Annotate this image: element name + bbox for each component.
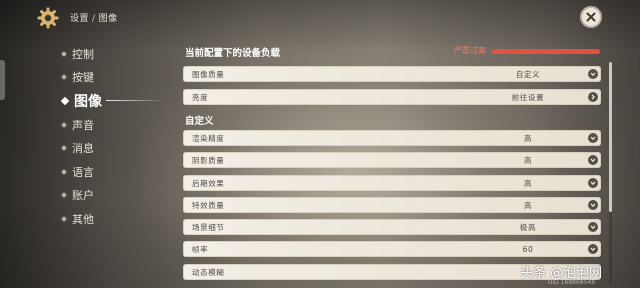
chevron-down-icon[interactable]: [588, 200, 598, 210]
setting-row-brightness[interactable]: 亮度 前往设置: [183, 89, 601, 105]
chevron-down-icon[interactable]: [588, 69, 598, 79]
device-load-status: 严重过高: [454, 46, 486, 55]
sidebar-item-label: 图像: [74, 93, 102, 110]
sidebar-item-label: 按键: [72, 71, 94, 85]
sidebar-item-label: 其他: [72, 212, 94, 226]
setting-value: 高: [523, 133, 533, 143]
setting-label: 渲染精度: [192, 133, 225, 143]
setting-label: 动态模糊: [192, 267, 225, 277]
chevron-down-icon[interactable]: [588, 222, 598, 232]
watermark: 头条 @泡泡网: [520, 266, 603, 281]
sidebar-item-label: 控制: [72, 47, 94, 61]
setting-row-graphics-quality[interactable]: 图像质量 自定义: [183, 66, 601, 82]
sidebar-item-label: 语言: [72, 165, 94, 179]
side-handle[interactable]: [0, 60, 5, 100]
sidebar-item-audio[interactable]: 声音: [61, 113, 172, 137]
setting-value: 前往设置: [511, 92, 545, 102]
sidebar-nav: 控制 按键 图像 声音 消息 语言 账户 其他: [60, 42, 172, 231]
setting-label: 阴影质量: [192, 155, 225, 165]
breadcrumb-root[interactable]: 设置: [70, 14, 89, 24]
setting-label: 亮度: [192, 92, 209, 102]
diamond-icon: [61, 121, 67, 128]
setting-label: 图像质量: [192, 69, 225, 79]
setting-row-effects-quality[interactable]: 特效质量 高: [183, 197, 601, 213]
chevron-down-icon[interactable]: [588, 133, 598, 143]
sidebar-item-controls[interactable]: 控制: [61, 42, 172, 66]
setting-row-shadow-quality[interactable]: 阴影质量 高: [183, 152, 601, 168]
chevron-down-icon[interactable]: [588, 244, 598, 254]
sidebar-item-language[interactable]: 语言: [61, 160, 172, 184]
close-icon: [586, 12, 596, 22]
active-indicator-line: [106, 100, 166, 102]
device-load-title: 当前配置下的设备负载: [185, 48, 281, 59]
scrollbar-thumb[interactable]: [609, 62, 612, 212]
sidebar-item-account[interactable]: 账户: [61, 184, 172, 208]
diamond-icon: [61, 145, 67, 152]
sidebar-item-messages[interactable]: 消息: [61, 136, 172, 160]
setting-row-frame-rate[interactable]: 帧率 60: [183, 241, 601, 257]
setting-value: 自定义: [515, 69, 541, 79]
setting-value: 高: [523, 200, 533, 210]
setting-row-render-resolution[interactable]: 渲染精度 高: [183, 130, 601, 146]
sidebar-item-label: 账户: [72, 189, 94, 203]
sidebar-item-keys[interactable]: 按键: [61, 66, 172, 90]
setting-label: 场景细节: [192, 222, 225, 232]
sidebar-item-label: 声音: [72, 118, 94, 132]
setting-label: 特效质量: [192, 200, 225, 210]
setting-row-scene-detail[interactable]: 场景细节 极高: [183, 219, 601, 235]
gear-icon: [36, 6, 60, 30]
close-button[interactable]: [580, 6, 602, 28]
setting-value: 高: [523, 178, 533, 188]
breadcrumb-separator: /: [92, 14, 96, 24]
setting-value: 极高: [519, 222, 537, 232]
diamond-icon: [60, 96, 70, 106]
diamond-icon: [61, 168, 67, 175]
breadcrumb: 设置 / 图像: [70, 11, 118, 24]
setting-label: 后期效果: [192, 178, 225, 188]
diamond-icon: [61, 216, 67, 222]
diamond-icon: [61, 74, 67, 81]
setting-row-post-processing[interactable]: 后期效果 高: [183, 175, 601, 191]
device-load-bar: [492, 49, 600, 54]
chevron-down-icon[interactable]: [588, 155, 598, 165]
setting-value: 60: [522, 244, 534, 254]
custom-section-title: 自定义: [185, 116, 214, 127]
chevron-right-icon[interactable]: [588, 92, 598, 102]
setting-label: 帧率: [192, 244, 209, 254]
chevron-down-icon[interactable]: [588, 178, 598, 188]
sidebar-item-graphics[interactable]: 图像: [60, 89, 172, 113]
sidebar-item-other[interactable]: 其他: [61, 207, 172, 231]
sidebar-item-label: 消息: [72, 142, 94, 156]
diamond-icon: [61, 192, 67, 199]
top-bar: 设置 / 图像: [0, 0, 640, 34]
diamond-icon: [61, 50, 67, 57]
breadcrumb-current: 图像: [98, 14, 118, 24]
setting-value: 高: [523, 155, 533, 165]
